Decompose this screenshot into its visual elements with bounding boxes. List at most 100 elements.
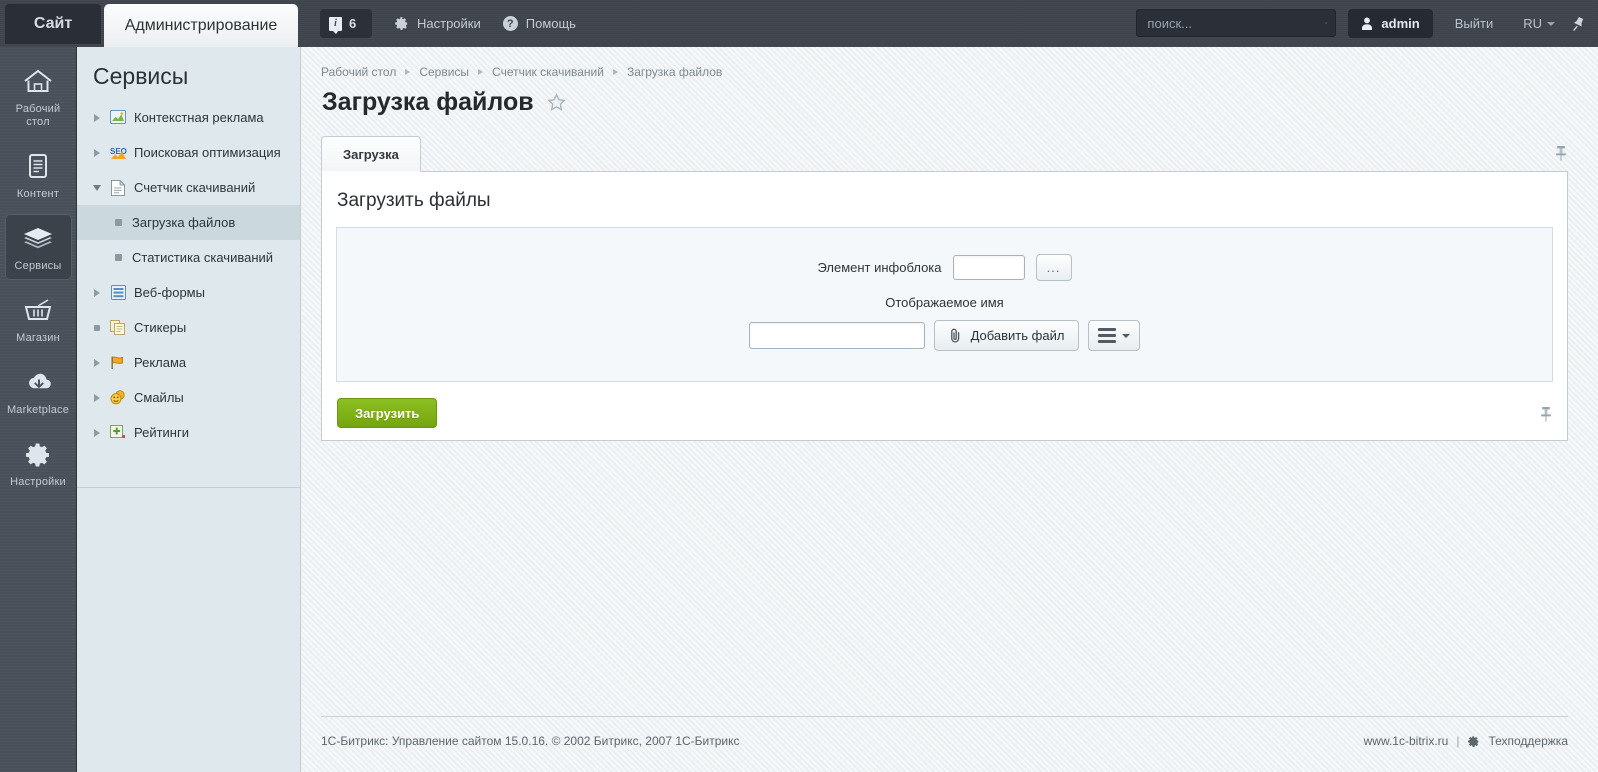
gear-icon [1468,735,1479,747]
sidebar-item-file-upload[interactable]: Загрузка файлов [77,205,300,240]
sidebar-label-seo: Поисковая оптимизация [134,145,281,160]
breadcrumb-separator-icon [478,69,484,75]
section-menu-title: Сервисы [93,63,189,89]
sidebar-label-advertising: Реклама [134,355,187,370]
sidebar-item-ratings[interactable]: Рейтинги [77,415,300,450]
star-icon[interactable] [546,93,566,112]
flag-icon [109,354,127,371]
display-name-input[interactable] [748,322,925,349]
help-link[interactable]: ? Помощь [502,9,576,38]
stickers-icon [109,319,127,336]
seo-icon: SEO [109,144,127,161]
upload-form: Элемент инфоблока ... Отображаемое имя Д… [336,227,1553,382]
language-selector[interactable]: RU [1511,9,1567,38]
infoblock-input[interactable] [952,255,1025,280]
basket-icon [24,299,52,320]
search-icon[interactable] [1325,16,1328,30]
submit-row: Загрузить [322,382,1567,428]
tab-row: Загрузка [321,136,1568,172]
sidebar-item-advertising[interactable]: Реклама [77,345,300,380]
sidebar-item-context-ads[interactable]: Контекстная реклама [77,100,300,135]
sidebar-item-download-stats[interactable]: Статистика скачиваний [77,240,300,275]
arrow-right-icon[interactable] [91,288,102,297]
tab-site[interactable]: Сайт [5,4,101,44]
panel-pin-button[interactable] [1539,406,1553,426]
footer-site-link[interactable]: www.1c-bitrix.ru [1364,734,1449,748]
arrow-down-icon[interactable] [91,184,102,191]
chevron-down-icon [1547,21,1555,26]
svg-text:SEO: SEO [110,147,127,156]
sidebar-item-smiles[interactable]: Смайлы [77,380,300,415]
footer-support-link[interactable]: Техподдержка [1488,734,1568,748]
rail-item-marketplace[interactable]: Marketplace [5,358,72,424]
arrow-right-icon[interactable] [91,428,102,437]
arrow-right-icon[interactable] [91,113,102,122]
bullet-icon [91,324,102,331]
sidebar-label-ratings: Рейтинги [134,425,189,440]
rail-item-desktop[interactable]: Рабочий стол [5,57,72,136]
sidebar-item-download-counter[interactable]: Счетчик скачиваний [77,170,300,205]
pin-icon [1556,146,1566,161]
question-icon: ? [502,16,518,31]
chevron-down-icon [1122,333,1131,338]
breadcrumb-item-desktop[interactable]: Рабочий стол [321,65,396,79]
settings-link[interactable]: Настройки [394,9,481,38]
file-options-menu-button[interactable] [1088,320,1141,351]
breadcrumb-item-download-counter[interactable]: Счетчик скачиваний [492,65,604,79]
sidebar-item-webforms[interactable]: Веб-формы [77,275,300,310]
rail-item-services[interactable]: Сервисы [4,214,72,280]
user-icon [1362,17,1373,30]
sidebar-label-download-stats: Статистика скачиваний [132,250,274,265]
footer-links: www.1c-bitrix.ru | Техподдержка [1364,734,1568,748]
footer-copyright: 1С-Битрикс: Управление сайтом 15.0.16. ©… [321,734,740,748]
sidebar-label-download-counter: Счетчик скачиваний [134,180,256,195]
breadcrumb: Рабочий стол Сервисы Счетчик скачиваний … [302,47,1598,79]
topbar-pin-button[interactable] [1571,9,1586,38]
rail-item-settings[interactable]: Настройки [5,430,72,496]
tab-administration[interactable]: Администрирование [104,4,298,47]
gear-icon [395,17,408,30]
display-name-label: Отображаемое имя [885,295,1004,310]
breadcrumb-item-services[interactable]: Сервисы [419,65,469,79]
rail-item-shop[interactable]: Магазин [5,286,72,352]
smiley-icon [109,389,127,406]
infoblock-label: Элемент инфоблока [817,260,942,275]
upload-panel: Загрузить файлы Элемент инфоблока ... От… [321,172,1568,441]
tab-pin-button[interactable] [1554,145,1568,165]
arrow-right-icon[interactable] [91,148,102,157]
breadcrumb-separator-icon [612,69,618,75]
bullet-icon [115,254,122,261]
sidebar-item-seo[interactable]: SEO Поисковая оптимизация [77,135,300,170]
rail-item-content[interactable]: Контент [5,142,72,208]
page-title: Загрузка файлов [322,88,534,116]
content-area: Рабочий стол Сервисы Счетчик скачиваний … [302,47,1598,772]
section-menu-inner: Сервисы Контекстная реклама SEO Поискова… [77,47,300,488]
tab-upload[interactable]: Загрузка [321,136,421,172]
language-label: RU [1523,16,1542,31]
add-file-label: Добавить файл [970,328,1065,343]
user-label: admin [1381,16,1420,31]
page-title-row: Загрузка файлов [302,79,1598,117]
search-input[interactable] [1145,14,1326,32]
infoblock-browse-button[interactable]: ... [1035,254,1072,281]
display-name-row: Отображаемое имя [337,295,1552,310]
pin-icon [1573,16,1584,31]
pin-icon [1541,407,1551,422]
add-file-button[interactable]: Добавить файл [933,320,1080,351]
rating-plus-icon [109,424,127,441]
notifications-button[interactable]: i 6 [320,9,372,38]
paperclip-icon [950,328,959,343]
rail-label-content: Контент [16,188,60,200]
user-menu-button[interactable]: admin [1348,9,1433,38]
arrow-right-icon[interactable] [91,393,102,402]
sidebar-label-stickers: Стикеры [134,320,187,335]
sidebar-item-stickers[interactable]: Стикеры [77,310,300,345]
search-box[interactable] [1136,9,1337,37]
arrow-right-icon[interactable] [91,358,102,367]
upload-submit-button[interactable]: Загрузить [337,398,438,428]
rail-label-services: Сервисы [14,260,62,272]
help-label: Помощь [525,16,576,31]
document-icon [29,154,47,178]
logout-link[interactable]: Выйти [1441,9,1508,38]
rail-label-shop: Магазин [16,332,60,344]
